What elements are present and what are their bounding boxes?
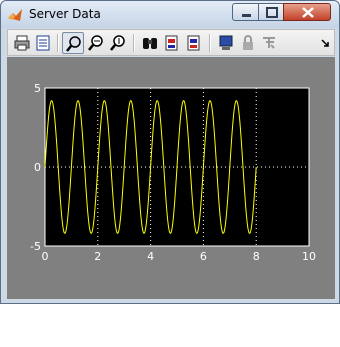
matlab-logo-icon (8, 9, 22, 21)
x-tick-label: 10 (302, 250, 316, 263)
toolbar-separator (57, 34, 59, 52)
x-tick-label: 0 (42, 250, 49, 263)
restore-axes-button[interactable] (183, 32, 205, 54)
title-bar[interactable]: Server Data (1, 1, 339, 28)
dock-arrow-icon (321, 39, 329, 47)
close-button[interactable] (283, 3, 331, 21)
parameters-button[interactable] (32, 32, 54, 54)
zoom-button[interactable] (62, 32, 84, 54)
floating-scope-button[interactable] (215, 32, 237, 54)
signal-selection-button[interactable] (259, 32, 281, 54)
lock-icon (243, 35, 253, 50)
printer-icon (14, 35, 30, 51)
y-tick-label: -5 (30, 240, 41, 253)
scope-window: Server Data 0 2 4 6 8 10 -5 0 5 Time off… (0, 0, 340, 347)
time-offset-value: 0 (83, 336, 90, 347)
scope-plot[interactable]: 0 2 4 6 8 10-505 (7, 57, 335, 299)
minimize-icon (242, 14, 251, 17)
toolbar (7, 29, 335, 56)
restore-axes-icon (187, 35, 200, 51)
toolbar-separator (133, 34, 135, 52)
lock-axes-button[interactable] (237, 32, 259, 54)
zoom-x-button[interactable] (85, 32, 107, 54)
y-tick-label: 0 (34, 161, 41, 174)
floating-scope-icon (219, 35, 233, 50)
save-axes-icon (165, 35, 178, 51)
zoom-x-icon (88, 35, 103, 51)
binoculars-icon (143, 38, 157, 49)
maximize-icon (266, 7, 278, 18)
x-tick-label: 2 (94, 250, 101, 263)
close-icon (302, 7, 314, 18)
y-tick-label: 5 (34, 82, 41, 95)
zoom-y-button[interactable] (107, 32, 129, 54)
x-tick-label: 6 (200, 250, 207, 263)
x-tick-label: 8 (253, 250, 260, 263)
print-button[interactable] (11, 32, 33, 54)
scope-display: 0 2 4 6 8 10 -5 0 5 Time offset: 0 (7, 57, 335, 347)
autoscale-button[interactable] (139, 32, 161, 54)
window-title: Server Data (29, 7, 101, 21)
zoom-y-icon (110, 35, 125, 51)
x-tick-label: 4 (147, 250, 154, 263)
parameters-icon (36, 35, 50, 51)
signal-selection-icon (263, 37, 275, 49)
time-offset-label: Time offset: (15, 336, 75, 347)
toolbar-separator (209, 34, 211, 52)
time-offset-status: Time offset: 0 (15, 336, 96, 347)
minimize-button[interactable] (232, 3, 259, 21)
maximize-button[interactable] (258, 3, 284, 21)
zoom-icon (66, 36, 81, 52)
dock-button[interactable] (314, 32, 336, 54)
save-axes-button[interactable] (161, 32, 183, 54)
